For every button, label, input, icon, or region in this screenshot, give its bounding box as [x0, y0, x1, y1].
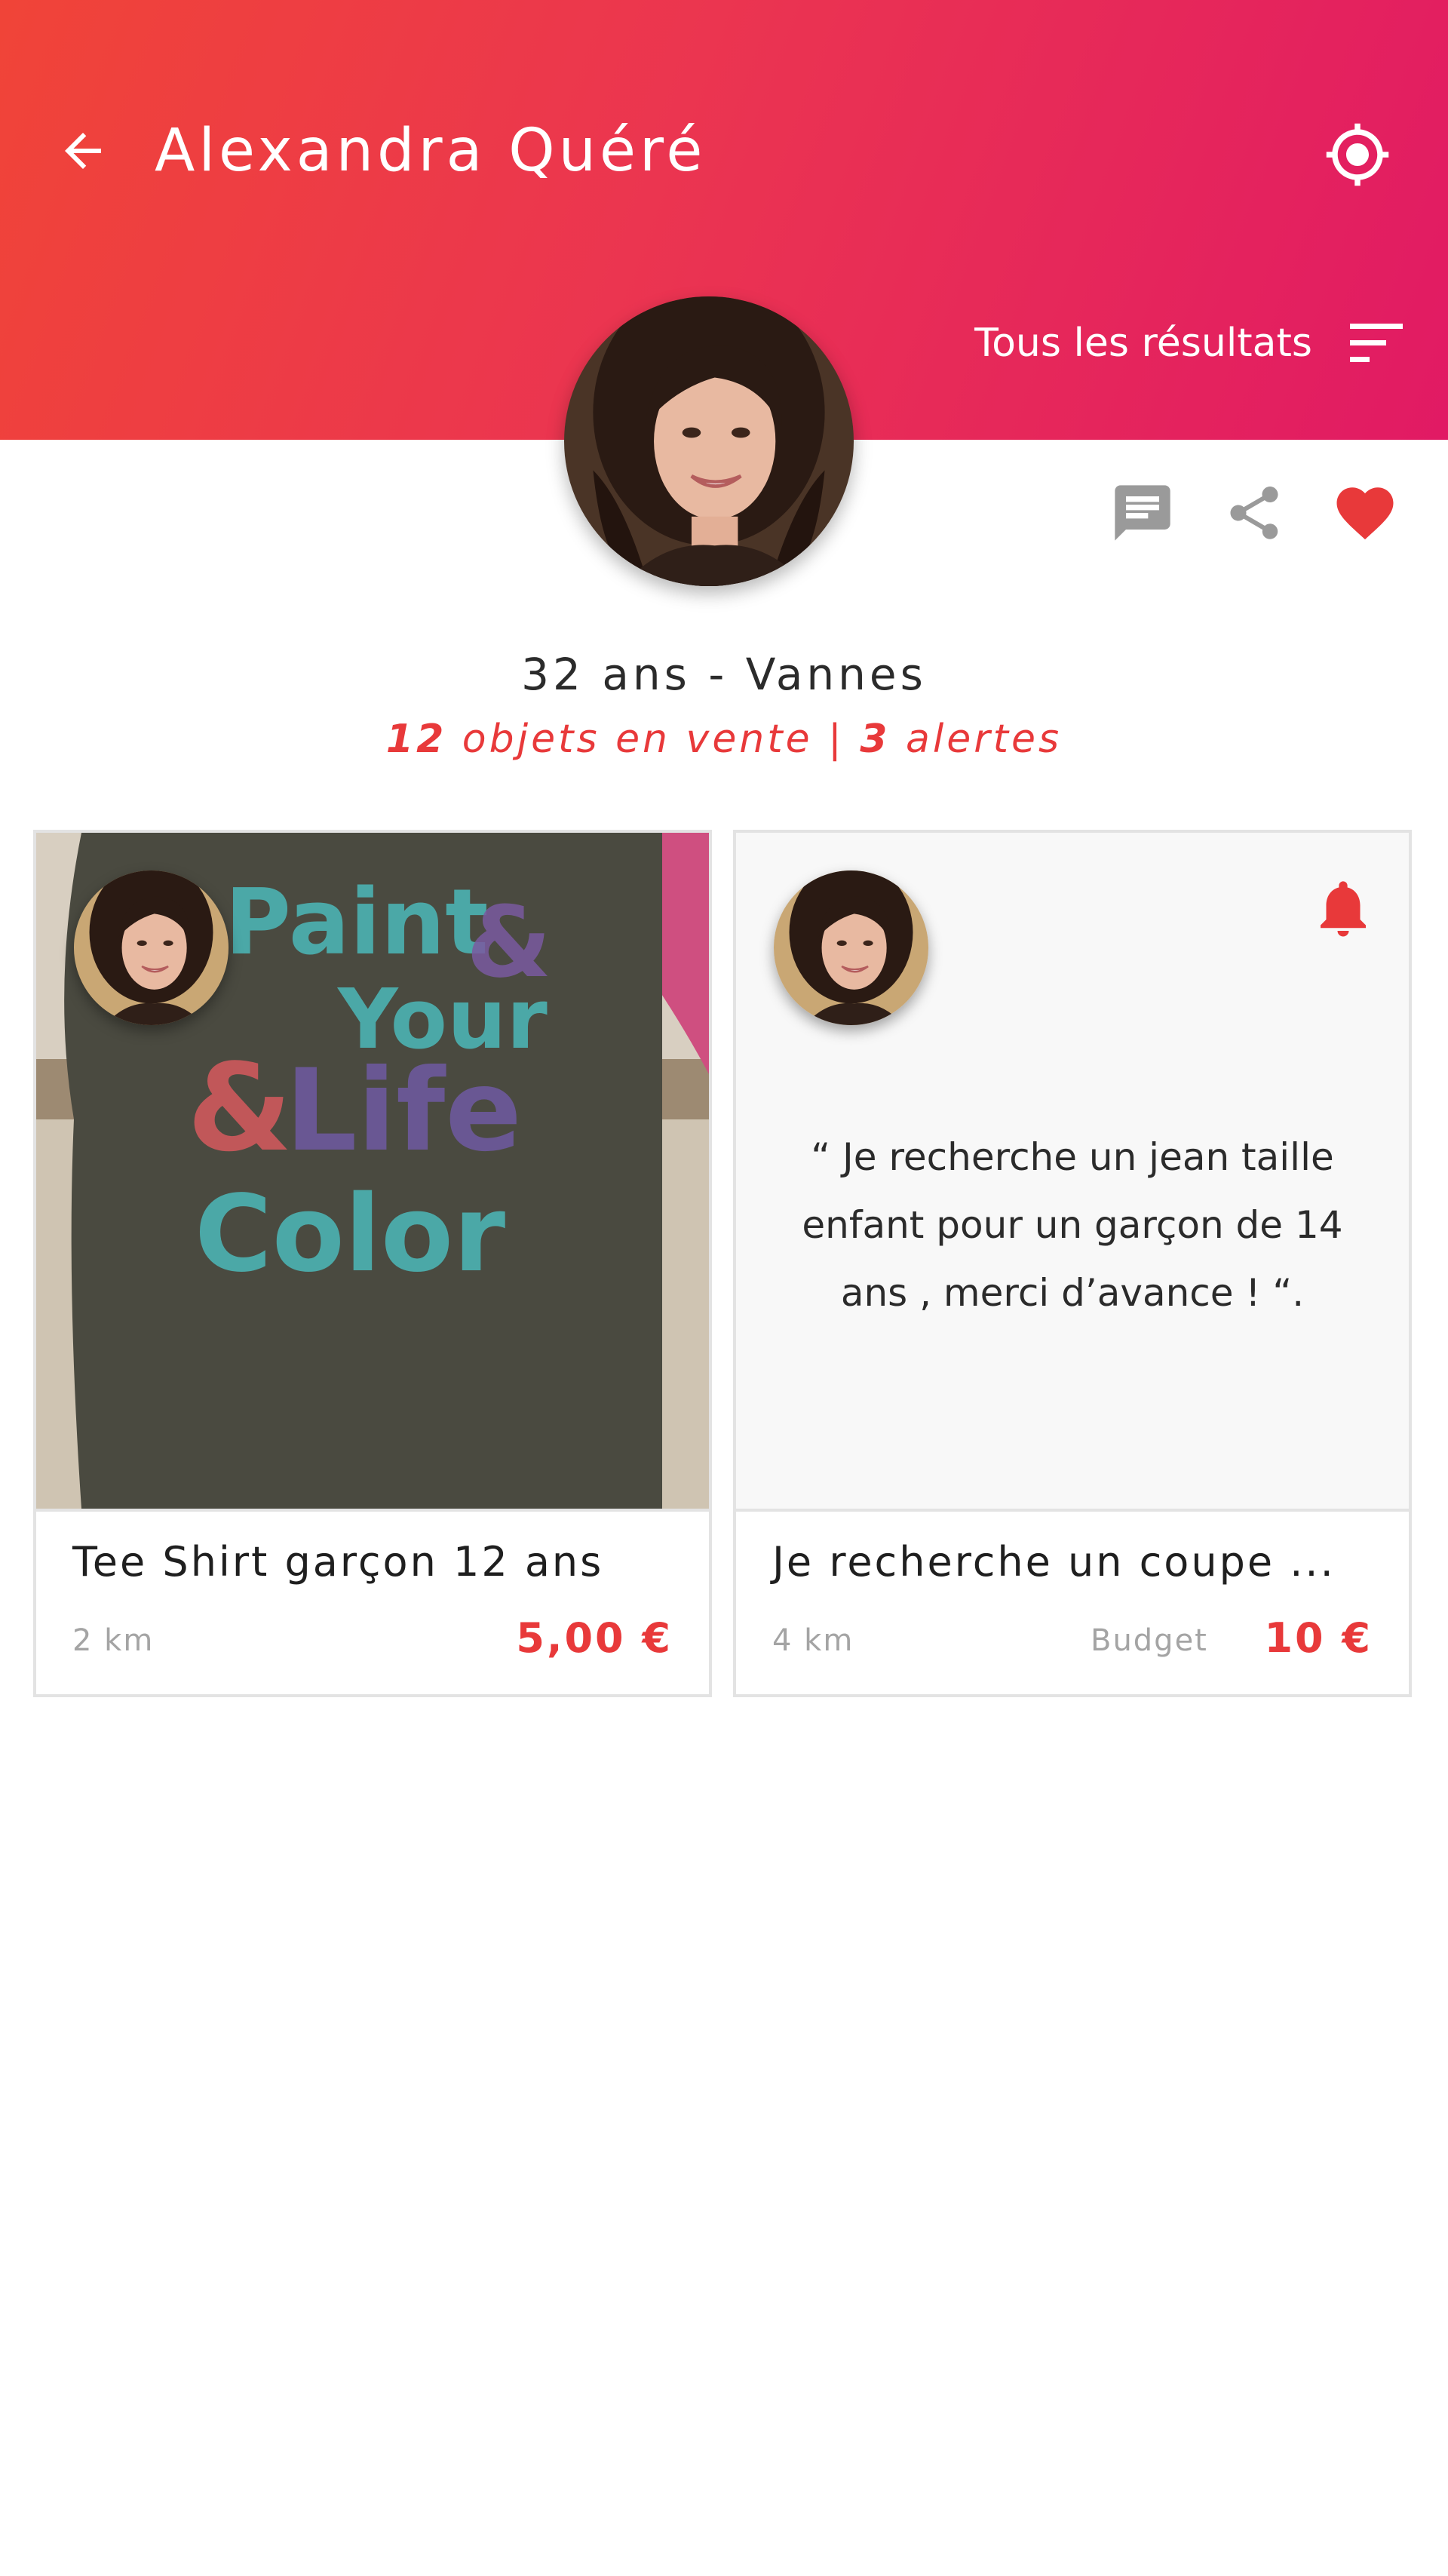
- alert-distance: 4 km: [772, 1623, 854, 1658]
- profile-actions: [1105, 479, 1403, 547]
- alert-card[interactable]: “ Je recherche un jean taille enfant pou…: [733, 830, 1412, 1697]
- bell-icon[interactable]: [1309, 870, 1377, 946]
- card-divider: [36, 1509, 709, 1512]
- alerts-label: alertes: [890, 717, 1063, 762]
- avatar-portrait: [74, 870, 229, 1025]
- filter-label: Tous les résultats: [974, 321, 1312, 366]
- alerts-count: 3: [860, 717, 891, 762]
- alert-quote: “ Je recherche un jean taille enfant pou…: [802, 1135, 1343, 1315]
- shirt-word-paint: Paint: [225, 870, 489, 975]
- message-icon: [1115, 485, 1170, 541]
- alert-title: Je recherche un coupe ...: [772, 1538, 1336, 1586]
- share-icon: [1230, 487, 1278, 539]
- profile-avatar[interactable]: [564, 296, 854, 586]
- item-title: Tee Shirt garçon 12 ans: [72, 1538, 604, 1586]
- avatar-portrait: [564, 296, 854, 586]
- favorite-button[interactable]: [1327, 479, 1403, 547]
- shirt-word-color: Color: [195, 1173, 505, 1296]
- card-divider: [736, 1509, 1409, 1512]
- seller-avatar[interactable]: [74, 870, 229, 1025]
- shirt-word-life: Life: [285, 1045, 522, 1177]
- filter-button[interactable]: Tous les résultats: [950, 309, 1403, 377]
- share-button[interactable]: [1216, 479, 1292, 547]
- heart-icon: [1336, 487, 1394, 540]
- seller-avatar[interactable]: [774, 870, 928, 1025]
- alert-price: 10 €: [1264, 1614, 1373, 1662]
- page-title: Alexandra Quéré: [155, 117, 707, 185]
- item-distance: 2 km: [72, 1623, 155, 1658]
- items-label: objets en vente |: [446, 717, 861, 762]
- shirt-ampersand-2: &: [187, 1037, 293, 1178]
- sort-lines-icon: [1350, 324, 1403, 362]
- profile-page: Alexandra Quéré Tous les résultats 32 an…: [0, 0, 1448, 2576]
- alert-budget-label: Budget: [1091, 1623, 1208, 1658]
- back-button[interactable]: [53, 121, 113, 181]
- items-count: 12: [385, 717, 447, 762]
- item-photo: Paint & Your Life & Color: [36, 833, 709, 1509]
- age-city-text: 32 ans - Vannes: [521, 649, 927, 700]
- avatar-portrait: [774, 870, 928, 1025]
- profile-stats: 12 objets en vente | 3 alertes: [0, 717, 1448, 762]
- arrow-left-icon: [65, 133, 101, 169]
- item-price: 5,00 €: [516, 1614, 673, 1662]
- locate-button[interactable]: [1324, 121, 1391, 189]
- alert-body: “ Je recherche un jean taille enfant pou…: [736, 833, 1409, 1509]
- my-location-icon: [1326, 123, 1389, 186]
- message-button[interactable]: [1105, 479, 1180, 547]
- item-card[interactable]: Paint & Your Life & Color Tee Shirt garç…: [33, 830, 712, 1697]
